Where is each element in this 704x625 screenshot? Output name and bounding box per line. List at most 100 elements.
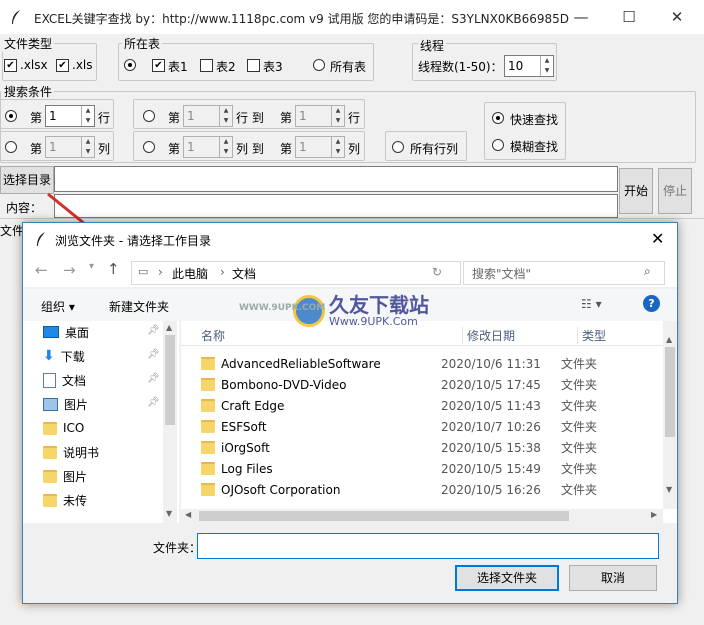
scroll-up-icon[interactable]: ▲ [166, 323, 172, 332]
column-date[interactable]: 修改日期 [462, 327, 515, 344]
spin-arrows-icon[interactable]: ▲ ▼ [331, 106, 344, 126]
row-from-spinbox[interactable]: 1 ▲ ▼ [183, 105, 233, 127]
minimize-button[interactable]: — [558, 0, 604, 34]
range-col-from-prefix: 第 [168, 142, 181, 156]
fast-search-radio[interactable] [492, 112, 504, 124]
tree-scrollbar[interactable]: ▲ ▼ [163, 321, 177, 523]
single-row-radio[interactable] [5, 110, 17, 122]
xlsx-checkbox[interactable]: ✔ [4, 59, 17, 72]
sheet-selected-radio[interactable] [124, 59, 136, 71]
breadcrumb-this-pc[interactable]: 此电脑 [172, 265, 208, 282]
help-icon[interactable]: ? [643, 295, 660, 312]
folder-icon [201, 420, 215, 433]
organize-menu[interactable]: 组织 ▾ [41, 298, 75, 315]
file-row[interactable]: OJOsoft Corporation 2020/10/5 16:26 文件夹 [201, 479, 651, 500]
spin-arrows-icon[interactable]: ▲ ▼ [540, 56, 553, 76]
stop-button[interactable]: 停止 [658, 168, 692, 214]
tree-item-pictures-folder[interactable]: 图片 [43, 465, 87, 487]
spin-arrows-icon[interactable]: ▲ ▼ [81, 106, 94, 126]
tree-item-pictures[interactable]: 图片 [43, 393, 88, 415]
file-row[interactable]: Craft Edge 2020/10/5 11:43 文件夹 [201, 395, 651, 416]
address-bar[interactable]: ▭ › 此电脑 › 文档 ↻ [131, 261, 461, 285]
scroll-down-icon[interactable]: ▼ [166, 509, 172, 518]
spin-arrows-icon[interactable]: ▲ ▼ [331, 137, 344, 157]
row-range-radio[interactable] [143, 110, 155, 122]
file-row[interactable]: AdvancedReliableSoftware 2020/10/6 11:31… [201, 353, 651, 374]
file-list-hscrollbar[interactable]: ◀ ▶ [181, 509, 663, 523]
new-folder-button[interactable]: 新建文件夹 [109, 298, 169, 315]
file-date: 2020/10/6 11:31 [441, 356, 541, 371]
window-title: EXCEL关键字查找 by：http://www.1118pc.com v9 试… [34, 12, 570, 26]
pin-icon[interactable]: 📌︎ [147, 373, 160, 384]
forward-arrow-icon[interactable]: → [63, 261, 76, 279]
feather-app-icon [37, 232, 45, 246]
file-list-vscrollbar[interactable]: ▲ ▼ [663, 321, 677, 509]
tree-item-documents[interactable]: 文档 [43, 369, 86, 391]
tree-item-ico[interactable]: ICO [43, 417, 84, 439]
select-folder-button[interactable]: 选择文件夹 [455, 565, 559, 591]
col-from-value: 1 [187, 140, 195, 154]
column-name[interactable]: 名称 [201, 327, 225, 344]
tree-item-downloads[interactable]: ⬇ 下载 [43, 345, 85, 367]
pin-icon[interactable]: 📌︎ [147, 397, 160, 408]
all-sheets-radio[interactable] [313, 59, 325, 71]
col-range-radio[interactable] [143, 141, 155, 153]
breadcrumb-documents[interactable]: 文档 [232, 265, 256, 282]
recent-dropdown-icon[interactable]: ▾ [89, 261, 94, 272]
scroll-down-icon[interactable]: ▼ [666, 485, 672, 494]
sheet1-checkbox[interactable]: ✔ [152, 59, 165, 72]
spin-arrows-icon[interactable]: ▲ ▼ [219, 137, 232, 157]
spin-arrows-icon[interactable]: ▲ ▼ [81, 137, 94, 157]
tree-item-manual[interactable]: 说明书 [43, 441, 99, 463]
search-box[interactable]: 搜索"文档" ⌕ [463, 261, 665, 285]
tree-item-label: ICO [63, 421, 85, 435]
content-input[interactable] [54, 194, 618, 218]
cancel-button[interactable]: 取消 [569, 565, 657, 591]
column-type[interactable]: 类型 [577, 327, 606, 344]
file-row[interactable]: ESFSoft 2020/10/7 10:26 文件夹 [201, 416, 651, 437]
pin-icon[interactable]: 📌︎ [147, 325, 160, 336]
file-row[interactable]: iOrgSoft 2020/10/5 15:38 文件夹 [201, 437, 651, 458]
file-list-scroll-thumb[interactable] [665, 347, 675, 437]
thread-count-spinbox[interactable]: 10 ▲ ▼ [504, 55, 554, 77]
single-col-radio[interactable] [5, 141, 17, 153]
scroll-up-icon[interactable]: ▲ [666, 335, 672, 344]
tree-scroll-thumb[interactable] [165, 335, 175, 425]
row-spinbox[interactable]: 1 ▲ ▼ [45, 105, 95, 127]
file-type-label: 文件类型 [2, 35, 55, 52]
refresh-icon[interactable]: ↻ [432, 265, 442, 279]
scroll-right-icon[interactable]: ▶ [651, 510, 657, 519]
range-row-to-prefix: 第 [280, 111, 293, 125]
dialog-close-button[interactable]: ✕ [651, 229, 664, 248]
fuzzy-search-radio[interactable] [492, 139, 504, 151]
dialog-title-bar: 浏览文件夹 - 请选择工作目录 ✕ [23, 223, 677, 255]
col-from-spinbox[interactable]: 1 ▲ ▼ [183, 136, 233, 158]
col-spinbox[interactable]: 1 ▲ ▼ [45, 136, 95, 158]
content-label: 内容： [6, 201, 43, 215]
xls-checkbox[interactable]: ✔ [56, 59, 69, 72]
up-arrow-icon[interactable]: ↑ [107, 260, 120, 278]
tree-item-not-uploaded[interactable]: 未传 [43, 489, 87, 511]
row-to-spinbox[interactable]: 1 ▲ ▼ [295, 105, 345, 127]
sheet2-checkbox[interactable] [200, 59, 213, 72]
file-row[interactable]: Log Files 2020/10/5 15:49 文件夹 [201, 458, 651, 479]
scroll-left-icon[interactable]: ◀ [185, 510, 191, 519]
start-button[interactable]: 开始 [619, 168, 653, 214]
file-row[interactable]: Bombono-DVD-Video 2020/10/5 17:45 文件夹 [201, 374, 651, 395]
folder-input[interactable] [197, 533, 659, 559]
view-options-icon[interactable]: ☷ ▾ [581, 297, 602, 311]
hscroll-thumb[interactable] [199, 511, 569, 521]
spin-arrows-icon[interactable]: ▲ ▼ [219, 106, 232, 126]
maximize-button[interactable]: ☐ [606, 0, 652, 34]
file-name: AdvancedReliableSoftware [221, 356, 381, 371]
file-type: 文件夹 [561, 483, 598, 497]
tree-item-desktop[interactable]: 桌面 [43, 321, 89, 343]
sheet3-checkbox[interactable] [247, 59, 260, 72]
all-rows-cols-radio[interactable] [392, 141, 404, 153]
close-button[interactable]: ✕ [654, 0, 700, 34]
pin-icon[interactable]: 📌︎ [147, 349, 160, 360]
back-arrow-icon[interactable]: ← [35, 261, 48, 279]
xlsx-label: .xlsx [20, 58, 48, 72]
directory-input[interactable] [54, 166, 618, 192]
col-to-spinbox[interactable]: 1 ▲ ▼ [295, 136, 345, 158]
